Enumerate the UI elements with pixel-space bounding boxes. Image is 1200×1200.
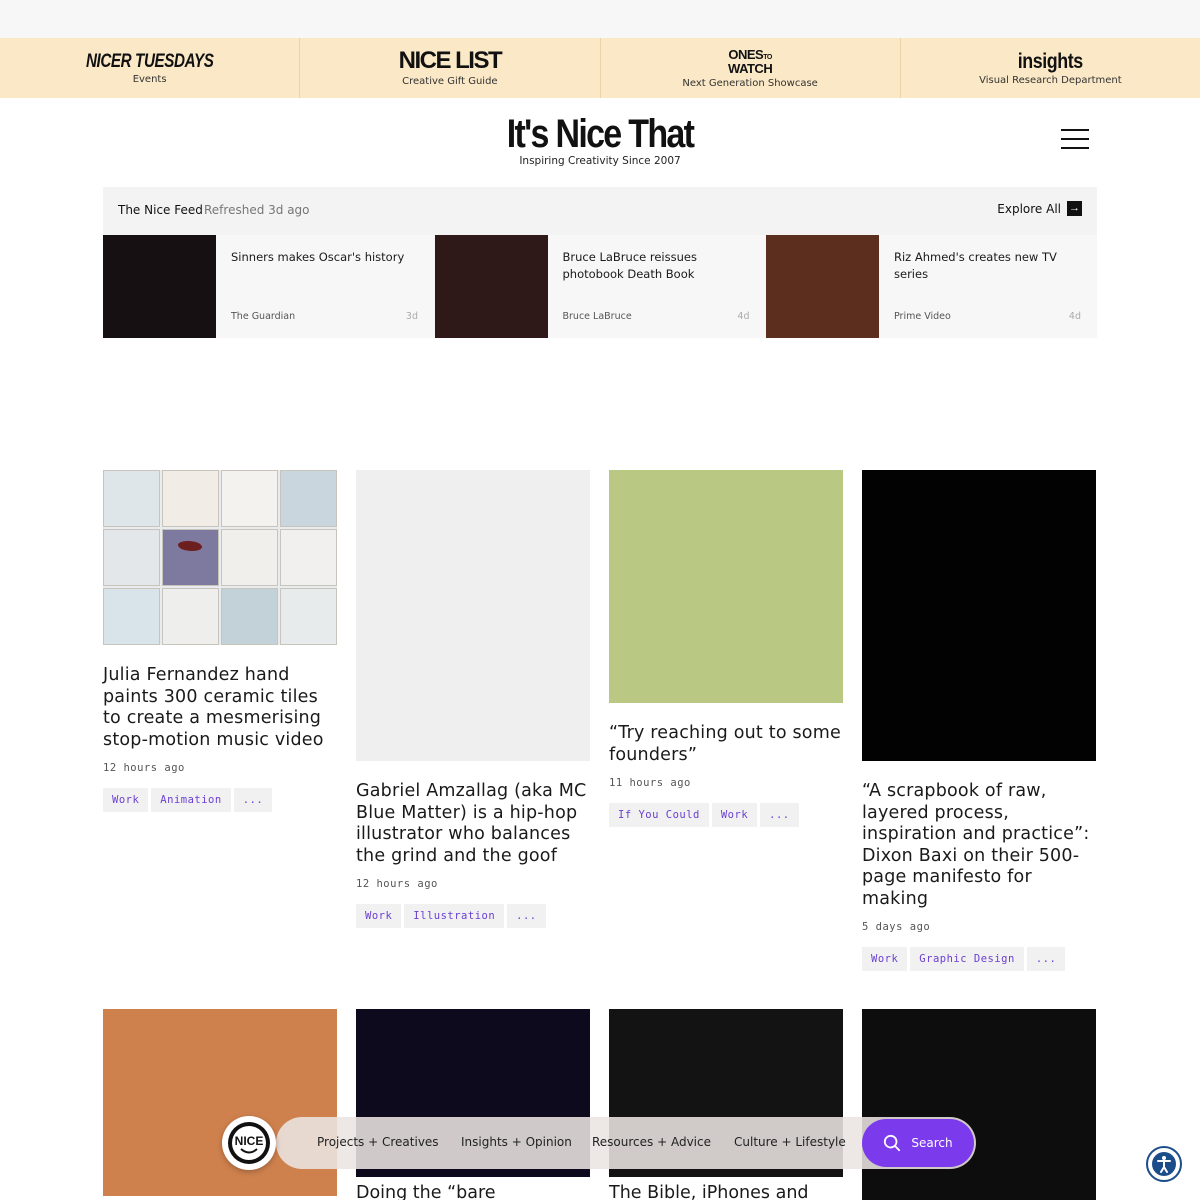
- article-title[interactable]: Doing the “bare maximum”: [356, 1183, 590, 1200]
- tag-list: Work Graphic Design ...: [862, 947, 1096, 971]
- article-title[interactable]: Gabriel Amzallag (aka MC Blue Matter) is…: [356, 781, 590, 867]
- feed-headline: Bruce LaBruce reissues photobook Death B…: [562, 250, 697, 281]
- feed-refreshed: Refreshed 3d ago: [204, 203, 310, 217]
- article-title[interactable]: Julia Fernandez hand paints 300 ceramic …: [103, 665, 337, 751]
- article-image: [862, 1009, 1096, 1200]
- feed-item[interactable]: Sinners makes Oscar's history The Guardi…: [103, 235, 434, 338]
- brand-nicer-tuesdays[interactable]: NICER TUESDAYS Events: [0, 38, 301, 98]
- tag[interactable]: Work: [356, 904, 402, 928]
- site-tagline: Inspiring Creativity Since 2007: [519, 155, 681, 167]
- brand-subtitle: Visual Research Department: [979, 74, 1122, 86]
- feed-source: The Guardian: [231, 311, 296, 322]
- tag[interactable]: Animation: [151, 788, 231, 812]
- feed-items: Sinners makes Oscar's history The Guardi…: [103, 235, 1097, 338]
- nav-projects-creatives[interactable]: Projects + Creatives: [317, 1135, 439, 1149]
- arrow-right-icon: →: [1067, 201, 1082, 216]
- nice-feed: The Nice Feed Refreshed 3d ago Explore A…: [103, 187, 1097, 338]
- svg-text:NICE: NICE: [235, 1134, 264, 1148]
- site-title[interactable]: It's Nice That: [90, 112, 1110, 157]
- feed-header: The Nice Feed Refreshed 3d ago Explore A…: [103, 187, 1097, 235]
- nice-list-logo: NICE LIST: [398, 47, 503, 74]
- nice-logo-icon[interactable]: NICE: [222, 1116, 276, 1170]
- feed-age: 3d: [405, 311, 418, 322]
- article-image: [103, 470, 337, 645]
- brand-nice-list[interactable]: NICE LIST Creative Gift Guide: [300, 38, 601, 98]
- tag[interactable]: Graphic Design: [910, 947, 1024, 971]
- tag-more[interactable]: ...: [507, 904, 546, 928]
- feed-item[interactable]: Bruce LaBruce reissues photobook Death B…: [434, 235, 766, 338]
- tag[interactable]: Work: [103, 788, 149, 812]
- article-image: [609, 470, 843, 703]
- logo-line-1: ONES: [728, 46, 764, 62]
- masthead: It's Nice That Inspiring Creativity Sinc…: [0, 98, 1200, 188]
- article-card[interactable]: The Bible, iPhones and: [609, 1009, 843, 1200]
- nav-culture-lifestyle[interactable]: Culture + Lifestyle: [734, 1135, 846, 1149]
- tag-list: Work Illustration ...: [356, 904, 590, 928]
- tag-more[interactable]: ...: [760, 803, 799, 827]
- feed-thumbnail: [434, 235, 548, 338]
- article-time: 12 hours ago: [103, 762, 185, 774]
- brand-subtitle: Creative Gift Guide: [402, 76, 498, 87]
- explore-label: Explore All: [997, 201, 1061, 216]
- search-button[interactable]: Search: [862, 1119, 974, 1167]
- article-card[interactable]: [862, 1009, 1096, 1200]
- search-icon: [884, 1134, 901, 1152]
- article-card[interactable]: Julia Fernandez hand paints 300 ceramic …: [103, 470, 337, 812]
- tag[interactable]: Work: [862, 947, 908, 971]
- tag[interactable]: Work: [711, 803, 758, 827]
- article-time: 12 hours ago: [356, 878, 438, 890]
- article-title[interactable]: “Try reaching out to some founders”: [609, 723, 843, 766]
- feed-source: Bruce LaBruce: [562, 311, 632, 322]
- tag-list: If You Could Work ...: [609, 803, 843, 827]
- feed-title: The Nice Feed: [118, 203, 203, 217]
- feed-item[interactable]: Riz Ahmed's creates new TV series Prime …: [766, 235, 1097, 338]
- article-time: 5 days ago: [862, 921, 931, 933]
- insights-logo: insights: [1017, 49, 1083, 73]
- tag-more[interactable]: ...: [233, 788, 273, 812]
- brand-insights[interactable]: insights Visual Research Department: [901, 38, 1200, 98]
- ones-to-watch-logo: ONESTO WATCH: [728, 46, 773, 76]
- feed-headline: Sinners makes Oscar's history: [231, 250, 405, 264]
- top-strip: [0, 0, 1200, 38]
- bottom-nav-dock: Projects + Creatives Insights + Opinion …: [276, 1117, 976, 1169]
- explore-all-link[interactable]: Explore All →: [997, 201, 1082, 216]
- article-image: [356, 470, 590, 761]
- feed-age: 4d: [1068, 311, 1081, 322]
- article-title[interactable]: “A scrapbook of raw, layered process, in…: [862, 781, 1096, 910]
- brand-subtitle: Events: [132, 73, 167, 85]
- nav-resources-advice[interactable]: Resources + Advice: [592, 1135, 711, 1149]
- search-label: Search: [911, 1136, 953, 1150]
- article-card[interactable]: Doing the “bare maximum”: [356, 1009, 590, 1200]
- logo-to: TO: [763, 53, 772, 61]
- nav-insights-opinion[interactable]: Insights + Opinion: [461, 1135, 572, 1149]
- article-image: [862, 470, 1096, 761]
- nicer-tuesdays-logo: NICER TUESDAYS: [85, 50, 214, 72]
- accessibility-icon[interactable]: [1146, 1146, 1182, 1182]
- feed-headline: Riz Ahmed's creates new TV series: [894, 250, 1057, 281]
- article-time: 11 hours ago: [609, 777, 691, 789]
- accessibility-graphic: [1152, 1152, 1176, 1176]
- brand-subtitle: Next Generation Showcase: [682, 77, 818, 89]
- article-card[interactable]: Gabriel Amzallag (aka MC Blue Matter) is…: [356, 470, 590, 928]
- feed-thumbnail: [766, 235, 879, 338]
- tag-more[interactable]: ...: [1026, 947, 1066, 971]
- article-card[interactable]: “Try reaching out to some founders” 11 h…: [609, 470, 843, 827]
- nice-badge-graphic: NICE: [228, 1122, 270, 1164]
- feed-age: 4d: [737, 311, 750, 322]
- hamburger-icon[interactable]: [1061, 129, 1089, 151]
- tag[interactable]: Illustration: [404, 904, 505, 928]
- feed-thumbnail: [103, 235, 216, 338]
- tag-list: Work Animation ...: [103, 788, 337, 812]
- article-title[interactable]: The Bible, iPhones and: [609, 1183, 843, 1200]
- tag[interactable]: If You Could: [609, 803, 709, 827]
- article-card[interactable]: “A scrapbook of raw, layered process, in…: [862, 470, 1096, 971]
- brand-bar: NICER TUESDAYS Events NICE LIST Creative…: [0, 38, 1200, 98]
- logo-line-2: WATCH: [728, 60, 773, 76]
- brand-ones-to-watch[interactable]: ONESTO WATCH Next Generation Showcase: [601, 38, 901, 98]
- feed-source: Prime Video: [894, 311, 951, 322]
